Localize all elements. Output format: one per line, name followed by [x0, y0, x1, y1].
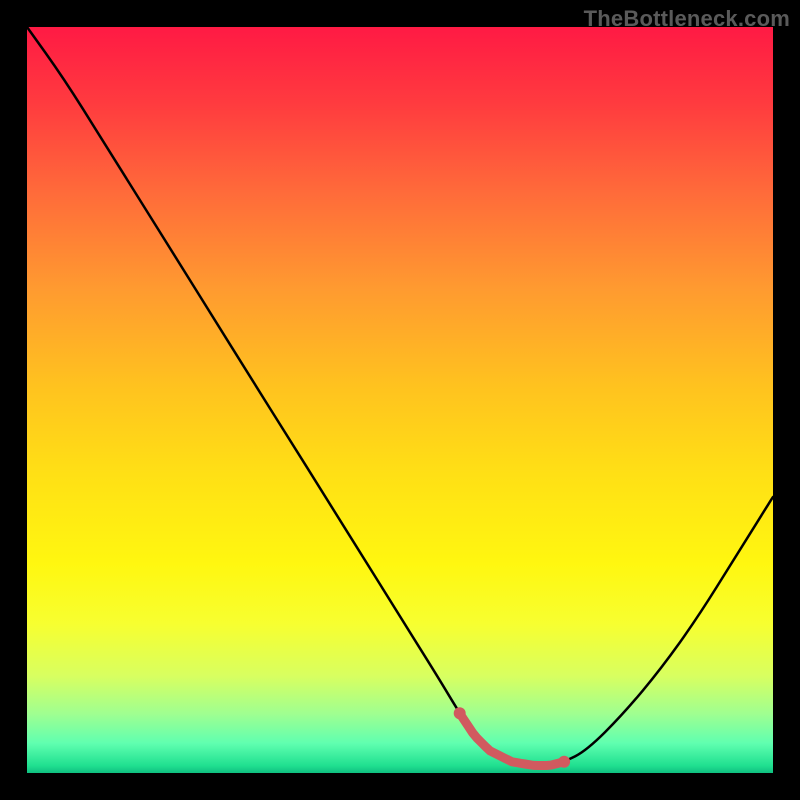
bottleneck-curve-path — [27, 27, 773, 766]
optimal-range-band — [460, 713, 564, 765]
chart-svg — [27, 27, 773, 773]
range-end-marker — [558, 756, 570, 768]
chart-container: TheBottleneck.com — [0, 0, 800, 800]
range-start-marker — [454, 707, 466, 719]
